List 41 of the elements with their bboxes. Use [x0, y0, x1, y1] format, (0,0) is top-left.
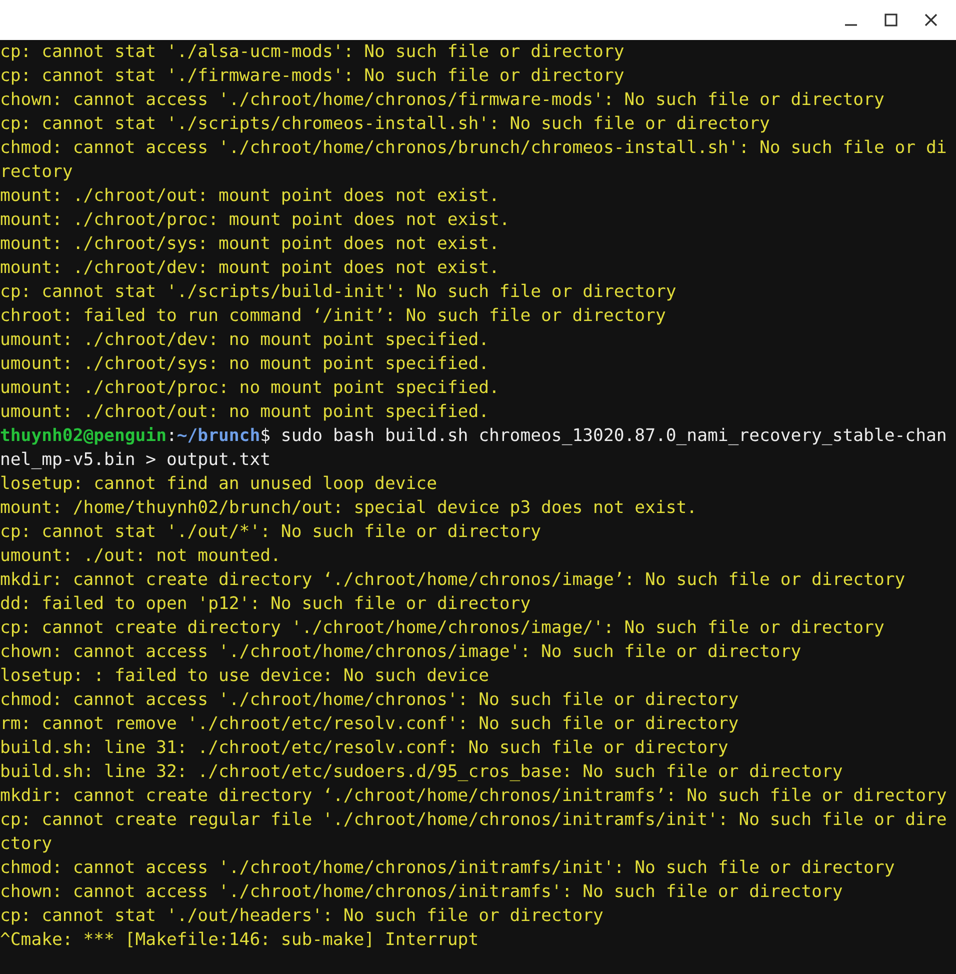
terminal-line: chmod: cannot access './chroot/home/chronos/initramfs/init': No such file or directory [0, 857, 895, 880]
terminal-line: umount: ./chroot/proc: no mount point specified. [0, 377, 500, 400]
terminal-line: cp: cannot stat './scripts/build-init': No such file or directory [0, 281, 676, 304]
terminal-line: cp: cannot stat './alsa-ucm-mods': No such file or directory [0, 41, 624, 64]
close-icon [924, 13, 938, 27]
terminal-line: rm: cannot remove './chroot/etc/resolv.conf': No such file or directory [0, 713, 739, 736]
maximize-icon [884, 13, 898, 27]
terminal-line: build.sh: line 32: ./chroot/etc/sudoers.d/95_cros_base: No such file or directory [0, 761, 843, 784]
terminal-line: chown: cannot access './chroot/home/chronos/firmware-mods': No such file or directory [0, 89, 884, 112]
terminal-line: chmod: cannot access './chroot/home/chronos': No such file or directory [0, 689, 739, 712]
terminal-line: mount: ./chroot/proc: mount point does not exist. [0, 209, 510, 232]
terminal-line: mount: ./chroot/sys: mount point does not exist. [0, 233, 500, 256]
terminal-line: chown: cannot access './chroot/home/chronos/image': No such file or directory [0, 641, 802, 664]
terminal-line: mount: /home/thuynh02/brunch/out: special device p3 does not exist. [0, 497, 698, 520]
terminal-line: chmod: cannot access './chroot/home/chronos/brunch/chromeos-install.sh': No such file or di [0, 137, 947, 160]
terminal-line: losetup: : failed to use device: No such device [0, 665, 489, 688]
terminal-line: chown: cannot access './chroot/home/chronos/initramfs': No such file or directory [0, 881, 843, 904]
terminal-line: umount: ./out: not mounted. [0, 545, 281, 568]
terminal-line: cp: cannot stat './firmware-mods': No such file or directory [0, 65, 624, 88]
terminal-line: dd: failed to open 'p12': No such file or directory [0, 593, 531, 616]
terminal-line: cp: cannot stat './out/headers': No such file or directory [0, 905, 604, 928]
terminal-line: umount: ./chroot/out: no mount point specified. [0, 401, 489, 424]
terminal-line: cp: cannot stat './scripts/chromeos-install.sh': No such file or directory [0, 113, 770, 136]
terminal-line: cp: cannot create directory './chroot/home/chronos/image/': No such file or directory [0, 617, 884, 640]
terminal-line: build.sh: line 31: ./chroot/etc/resolv.conf: No such file or directory [0, 737, 728, 760]
terminal-line: cp: cannot create regular file './chroot/home/chronos/initramfs/init': No such file or dire [0, 809, 947, 832]
terminal-line: ctory [0, 833, 52, 856]
terminal-line: chroot: failed to run command ‘/init’: No such file or directory [0, 305, 666, 328]
terminal-line: cp: cannot stat './out/*': No such file or directory [0, 521, 542, 544]
terminal-line: mount: ./chroot/dev: mount point does not exist. [0, 257, 500, 280]
terminal-line: nel_mp-v5.bin > output.txt [0, 449, 271, 472]
terminal-line: losetup: cannot find an unused loop device [0, 473, 437, 496]
minimize-icon [845, 24, 857, 26]
terminal-line: umount: ./chroot/sys: no mount point specified. [0, 353, 489, 376]
terminal-line: mount: ./chroot/out: mount point does not exist. [0, 185, 500, 208]
terminal-line: rectory [0, 161, 73, 184]
command-prompt-line: thuynh02@penguin:~/brunch$ sudo bash build.sh chromeos_13020.87.0_nami_recovery_stable-chan [0, 425, 947, 448]
terminal-line: umount: ./chroot/dev: no mount point specified. [0, 329, 489, 352]
terminal-line: ^Cmake: *** [Makefile:146: sub-make] Interrupt [0, 929, 479, 952]
terminal-line: mkdir: cannot create directory ‘./chroot/home/chronos/initramfs’: No such file or directory [0, 785, 947, 808]
terminal-line: mkdir: cannot create directory ‘./chroot/home/chronos/image’: No such file or directory [0, 569, 906, 592]
